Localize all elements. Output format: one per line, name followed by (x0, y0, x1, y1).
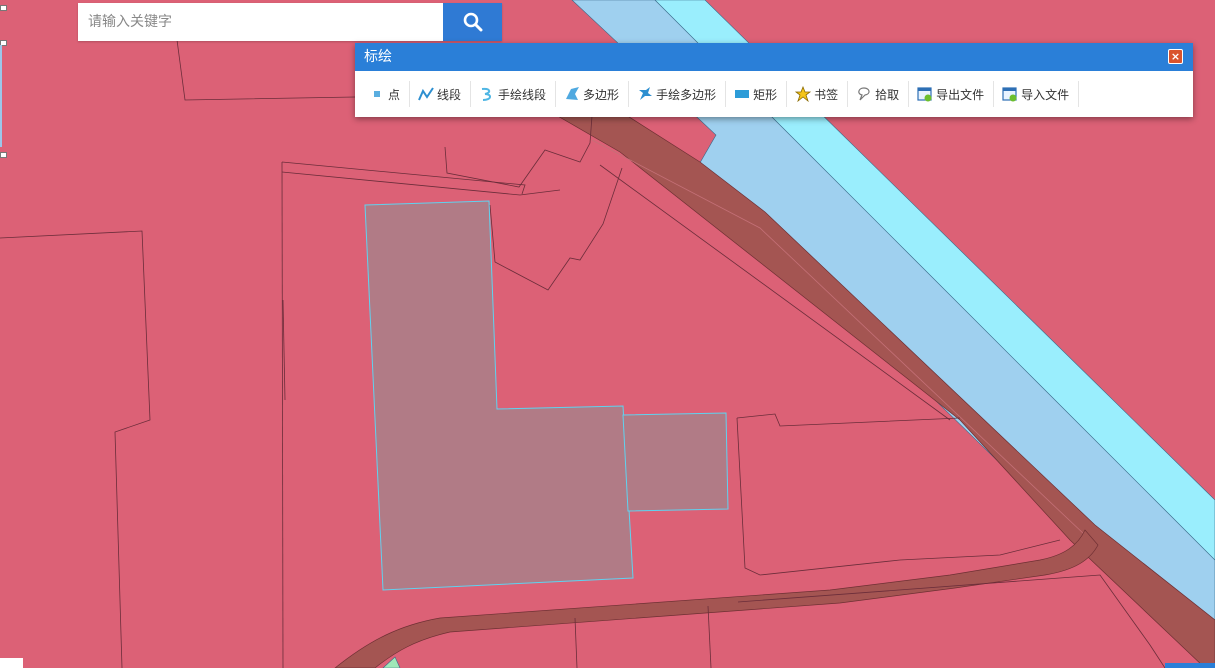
tool-polygon[interactable]: 多边形 (556, 81, 630, 107)
drawing-panel: 标绘 × 点 线段 手绘线段 多边形 手绘多边形 矩形 书签 拾取 导出文件 导… (355, 43, 1193, 117)
tool-label: 导出文件 (936, 87, 985, 102)
tool-polyline[interactable]: 线段 (410, 81, 472, 107)
pick-icon (856, 86, 872, 102)
tool-label: 书签 (814, 87, 839, 102)
search-input[interactable] (78, 3, 443, 41)
tool-rectangle[interactable]: 矩形 (726, 81, 788, 107)
freehand-line-icon (479, 86, 495, 102)
tool-pick[interactable]: 拾取 (848, 81, 910, 107)
tool-freehand-line[interactable]: 手绘线段 (471, 81, 557, 107)
tool-bookmark[interactable]: 书签 (787, 81, 849, 107)
panel-header: 标绘 × (355, 43, 1193, 71)
tool-label: 手绘多边形 (656, 87, 717, 102)
export-file-icon (917, 86, 933, 102)
zoom-slider-track[interactable] (0, 45, 2, 147)
search-button[interactable] (443, 3, 502, 41)
corner-widget[interactable] (1165, 663, 1215, 668)
search-icon (463, 12, 482, 32)
freehand-polygon-icon (637, 86, 653, 102)
point-icon (369, 86, 385, 102)
tool-label: 手绘线段 (498, 87, 547, 102)
panel-title: 标绘 (364, 49, 392, 65)
tool-label: 导入文件 (1021, 87, 1070, 102)
polygon-icon (564, 86, 580, 102)
polyline-icon (418, 86, 434, 102)
zoom-out-button[interactable] (0, 152, 7, 158)
tool-label: 矩形 (753, 87, 778, 102)
tool-label: 拾取 (875, 87, 900, 102)
tool-import-file[interactable]: 导入文件 (994, 81, 1080, 107)
star-icon (795, 86, 812, 102)
scale-bar (0, 658, 23, 668)
search-bar (78, 3, 502, 41)
tool-label: 线段 (437, 87, 462, 102)
close-button[interactable]: × (1168, 49, 1183, 64)
drawing-toolbar: 点 线段 手绘线段 多边形 手绘多边形 矩形 书签 拾取 导出文件 导入文件 (355, 71, 1193, 117)
tool-label: 多边形 (583, 87, 620, 102)
tool-point[interactable]: 点 (361, 81, 411, 107)
rectangle-icon (734, 86, 750, 102)
tool-freehand-polygon[interactable]: 手绘多边形 (629, 81, 727, 107)
selected-parcel-square[interactable] (622, 412, 729, 512)
tool-export-file[interactable]: 导出文件 (909, 81, 995, 107)
zoom-in-button[interactable] (0, 5, 7, 11)
import-file-icon (1002, 86, 1018, 102)
close-icon: × (1170, 50, 1181, 63)
tool-label: 点 (388, 87, 401, 102)
